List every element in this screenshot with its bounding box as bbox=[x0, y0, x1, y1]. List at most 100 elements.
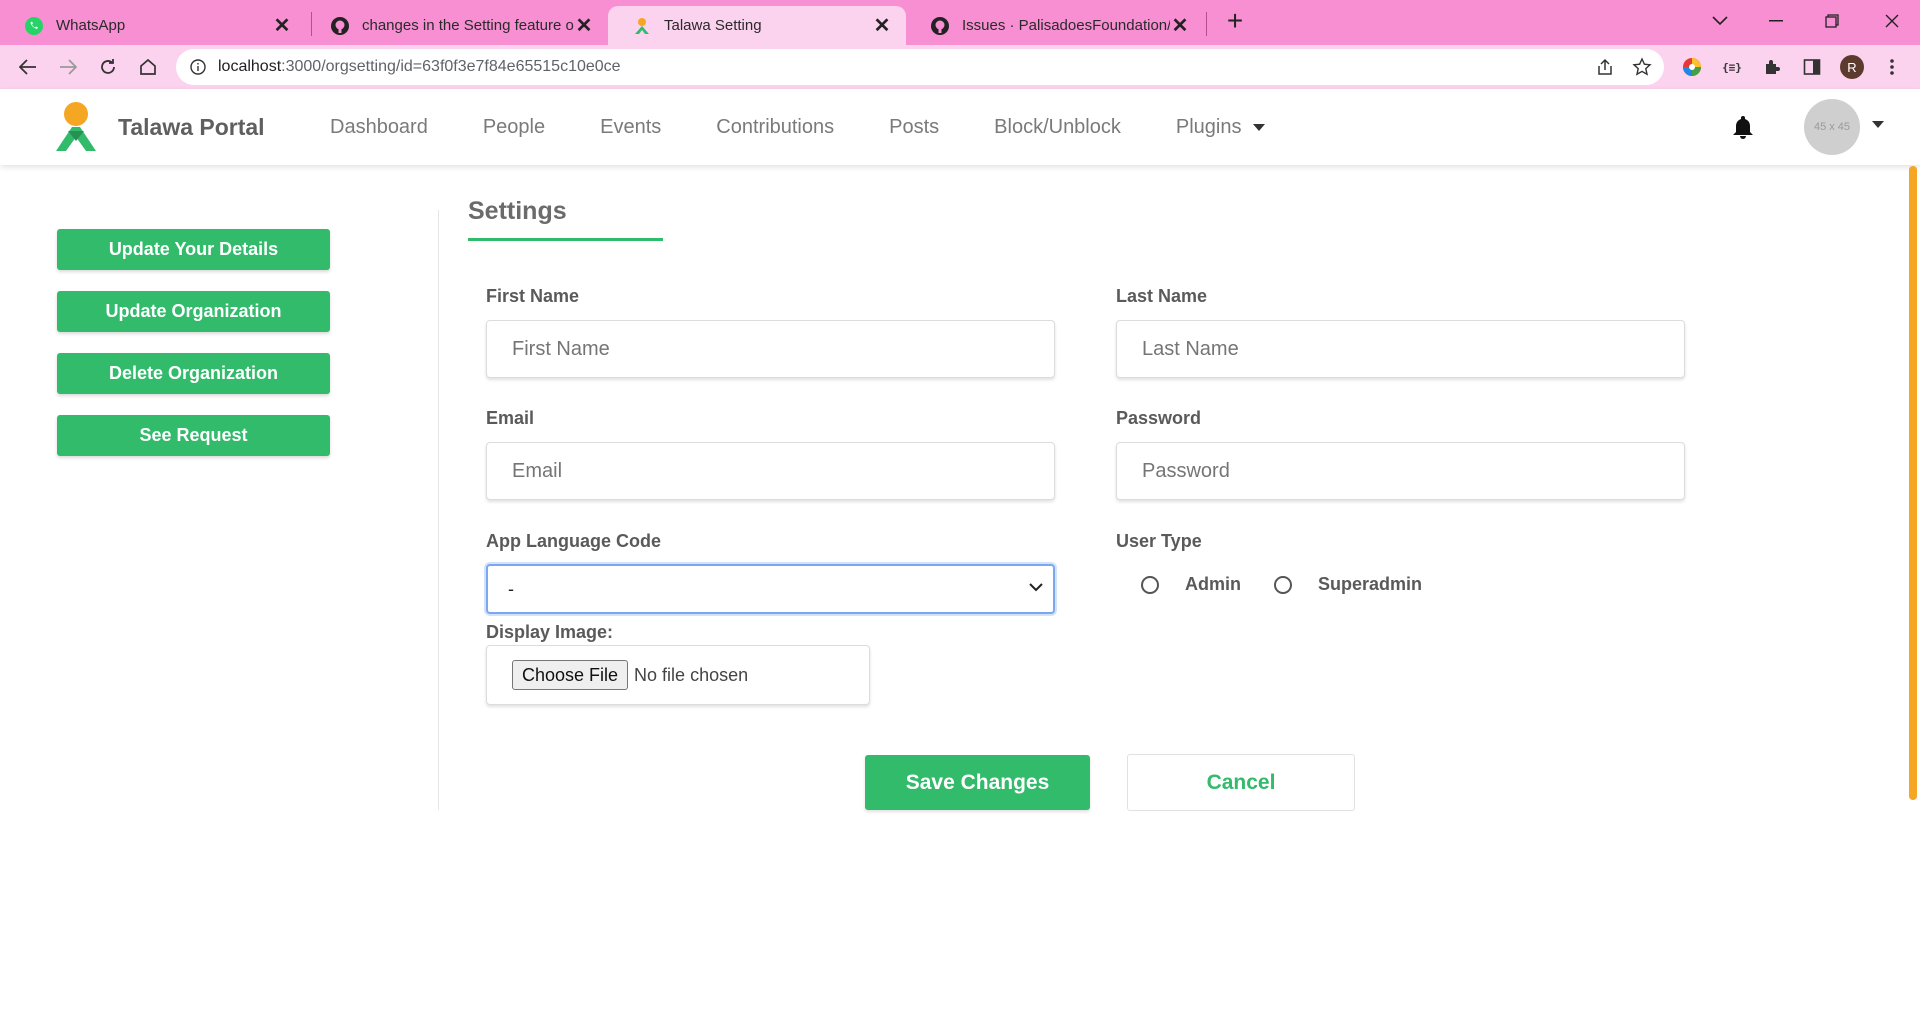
nav-events[interactable]: Events bbox=[600, 116, 661, 139]
see-request-button[interactable]: See Request bbox=[57, 415, 330, 456]
json-extension-icon[interactable]: {≡} bbox=[1716, 51, 1748, 83]
last-name-label: Last Name bbox=[1116, 286, 1208, 306]
app-language-select[interactable]: - bbox=[486, 564, 1055, 614]
user-type-superadmin: Superadmin bbox=[1274, 574, 1422, 595]
superadmin-radio[interactable] bbox=[1274, 575, 1292, 594]
github-icon bbox=[931, 16, 949, 35]
tab-whatsapp[interactable]: WhatsApp ✕ bbox=[0, 6, 306, 45]
arrow-left-icon bbox=[19, 59, 36, 75]
browser-tab-bar: WhatsApp ✕ changes in the Setting featur… bbox=[0, 0, 1920, 45]
profile-button[interactable]: R bbox=[1836, 51, 1868, 83]
chevron-down-icon bbox=[1029, 583, 1043, 592]
whatsapp-icon bbox=[25, 16, 43, 35]
scrollbar[interactable] bbox=[1909, 166, 1917, 800]
nav-block-unblock[interactable]: Block/Unblock bbox=[994, 116, 1121, 139]
close-icon[interactable]: ✕ bbox=[272, 13, 292, 38]
new-tab-button[interactable]: + bbox=[1220, 6, 1250, 36]
menu-button[interactable] bbox=[1876, 51, 1908, 83]
close-icon[interactable]: ✕ bbox=[872, 13, 892, 38]
arrow-right-icon bbox=[60, 59, 77, 75]
last-name-field[interactable] bbox=[1116, 320, 1685, 378]
chevron-down-icon bbox=[1712, 16, 1728, 26]
app-language-label: App Language Code bbox=[486, 531, 661, 551]
talawa-logo-icon bbox=[56, 102, 96, 151]
first-name-label: First Name bbox=[486, 286, 580, 306]
share-icon[interactable] bbox=[1596, 58, 1614, 76]
more-vert-icon bbox=[1890, 59, 1894, 75]
close-icon bbox=[1885, 14, 1899, 28]
user-type-label: User Type bbox=[1116, 531, 1202, 551]
divider bbox=[438, 210, 439, 810]
email-label: Email bbox=[486, 408, 535, 428]
nav-plugins-dropdown[interactable]: Plugins bbox=[1176, 116, 1266, 139]
tab-title: Talawa Setting bbox=[664, 17, 762, 34]
user-type-admin: Admin bbox=[1141, 574, 1241, 595]
tab-github-changes[interactable]: changes in the Setting feature of ✕ bbox=[306, 6, 608, 45]
delete-organization-button[interactable]: Delete Organization bbox=[57, 353, 330, 394]
main-nav: Dashboard People Events Contributions Po… bbox=[330, 89, 1320, 165]
talawa-icon bbox=[635, 17, 649, 34]
nav-posts[interactable]: Posts bbox=[889, 116, 939, 139]
restore-icon bbox=[1825, 14, 1839, 28]
avatar: R bbox=[1840, 55, 1864, 79]
reload-button[interactable] bbox=[92, 51, 124, 83]
user-avatar[interactable]: 45 x 45 bbox=[1804, 99, 1860, 155]
address-bar[interactable]: localhost:3000/orgsetting/id=63f0f3e7f84… bbox=[176, 49, 1664, 85]
app-language-value: - bbox=[508, 578, 514, 599]
info-icon[interactable] bbox=[190, 59, 206, 75]
reload-icon bbox=[101, 59, 115, 74]
tab-title: changes in the Setting feature of bbox=[362, 17, 574, 34]
password-label: Password bbox=[1116, 408, 1202, 428]
save-changes-button[interactable]: Save Changes bbox=[865, 755, 1090, 810]
tab-divider bbox=[1206, 12, 1207, 36]
restore-button[interactable] bbox=[1804, 6, 1860, 36]
brand-name: Talawa Portal bbox=[118, 113, 265, 140]
update-organization-button[interactable]: Update Organization bbox=[57, 291, 330, 332]
first-name-field[interactable] bbox=[486, 320, 1055, 378]
display-image-file-input: Choose File No file chosen bbox=[486, 645, 870, 705]
tab-search-button[interactable] bbox=[1692, 6, 1748, 36]
nav-dashboard[interactable]: Dashboard bbox=[330, 116, 428, 139]
close-icon[interactable]: ✕ bbox=[574, 13, 594, 38]
admin-radio[interactable] bbox=[1141, 575, 1159, 594]
side-panel-icon[interactable] bbox=[1796, 51, 1828, 83]
caret-down-icon[interactable] bbox=[1872, 121, 1884, 128]
tab-title: WhatsApp bbox=[56, 17, 126, 34]
home-icon bbox=[140, 58, 156, 75]
password-field[interactable] bbox=[1116, 442, 1685, 500]
settings-sidebar: Update Your Details Update Organization … bbox=[57, 229, 330, 477]
file-status: No file chosen bbox=[634, 664, 749, 685]
back-button[interactable] bbox=[12, 51, 44, 83]
close-icon[interactable]: ✕ bbox=[1170, 13, 1190, 38]
github-icon bbox=[331, 16, 349, 35]
home-button[interactable] bbox=[132, 51, 164, 83]
tab-talawa-setting[interactable]: Talawa Setting ✕ bbox=[608, 6, 906, 45]
cancel-button[interactable]: Cancel bbox=[1127, 754, 1355, 811]
url-path: :3000/orgsetting/id=63f0f3e7f84e65515c10… bbox=[281, 58, 621, 75]
nav-contributions[interactable]: Contributions bbox=[716, 116, 834, 139]
update-your-details-button[interactable]: Update Your Details bbox=[57, 229, 330, 270]
url-host: localhost bbox=[218, 58, 282, 75]
superadmin-radio-label[interactable]: Superadmin bbox=[1318, 574, 1422, 595]
forward-button[interactable] bbox=[52, 51, 84, 83]
url-text[interactable]: localhost:3000/orgsetting/id=63f0f3e7f84… bbox=[218, 58, 621, 76]
app-header: Talawa Portal Dashboard People Events Co… bbox=[0, 89, 1920, 165]
email-field[interactable] bbox=[486, 442, 1055, 500]
caret-down-icon bbox=[1253, 123, 1266, 131]
notification-bell-icon[interactable] bbox=[1732, 115, 1754, 144]
nav-plugins: Plugins bbox=[1175, 115, 1242, 138]
extensions-icon[interactable] bbox=[1756, 51, 1788, 83]
title-underline bbox=[468, 238, 663, 241]
star-icon[interactable] bbox=[1632, 57, 1652, 77]
close-window-button[interactable] bbox=[1864, 6, 1920, 36]
tab-github-issues[interactable]: Issues · PalisadoesFoundation/ta ✕ bbox=[906, 6, 1204, 45]
browser-toolbar: localhost:3000/orgsetting/id=63f0f3e7f84… bbox=[0, 45, 1920, 89]
tab-title: Issues · PalisadoesFoundation/ta bbox=[962, 17, 1170, 34]
color-extension-icon[interactable] bbox=[1676, 51, 1708, 83]
admin-radio-label[interactable]: Admin bbox=[1185, 574, 1241, 595]
brand[interactable]: Talawa Portal bbox=[54, 101, 265, 153]
nav-people[interactable]: People bbox=[483, 116, 545, 139]
minimize-button[interactable] bbox=[1748, 6, 1804, 36]
display-image-label: Display Image: bbox=[486, 622, 614, 642]
choose-file-button[interactable]: Choose File bbox=[512, 660, 629, 690]
